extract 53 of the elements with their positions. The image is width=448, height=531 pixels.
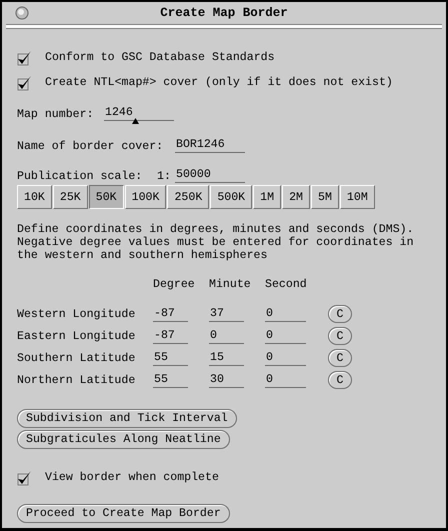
input-field[interactable]: 50000 xyxy=(175,167,245,183)
input-field[interactable]: 1246 xyxy=(104,105,174,121)
clear-button[interactable]: C xyxy=(328,327,352,345)
column-header: Second xyxy=(265,278,308,291)
clear-button[interactable]: C xyxy=(328,305,352,323)
scale-button[interactable]: 5M xyxy=(311,185,339,209)
column-header: Degree xyxy=(153,278,196,291)
row-label: Northern Latitude xyxy=(17,374,136,386)
input-field[interactable]: 0 xyxy=(265,328,306,344)
instructions-text: Define coordinates in degrees, minutes and seconds (DMS). Negative degree values must be entered for coordinates in the western and southern hemispheres xyxy=(17,223,415,262)
input-field[interactable]: 0 xyxy=(209,328,244,344)
scale-prefix: 1: xyxy=(157,170,172,183)
input-field[interactable]: 55 xyxy=(153,350,188,366)
window-menu-icon[interactable] xyxy=(15,6,29,20)
checkbox-label: Conform to GSC Database Standards xyxy=(45,51,275,64)
scale-button[interactable]: 10K xyxy=(17,185,52,209)
input-field[interactable]: BOR1246 xyxy=(175,137,245,153)
input-field[interactable]: 55 xyxy=(153,372,188,388)
field-label: Publication scale: xyxy=(17,170,144,183)
input-field[interactable]: 30 xyxy=(209,372,244,388)
scale-button[interactable]: 100K xyxy=(124,185,166,209)
input-field[interactable]: 37 xyxy=(209,306,244,322)
column-header: Minute xyxy=(209,278,252,291)
checkbox-label: View border when complete xyxy=(45,471,219,484)
row-label: Southern Latitude xyxy=(17,352,136,364)
clear-button[interactable]: C xyxy=(328,349,352,367)
scale-button[interactable]: 50K xyxy=(88,185,124,209)
scale-button[interactable]: 10M xyxy=(340,185,375,209)
input-field[interactable]: 0 xyxy=(265,350,306,366)
field-label: Name of border cover: xyxy=(17,140,164,153)
input-field[interactable]: -87 xyxy=(153,306,188,322)
scale-button[interactable]: 25K xyxy=(52,185,88,209)
checkbox[interactable] xyxy=(17,74,33,90)
input-field[interactable]: 0 xyxy=(265,372,306,388)
row-label: Western Longitude xyxy=(17,308,136,320)
checkbox-label: Create NTL<map#> cover (only if it does not exist) xyxy=(45,76,393,89)
scale-button[interactable]: 1M xyxy=(253,185,282,209)
field-label: Map number: xyxy=(17,108,95,121)
window-title: Create Map Border xyxy=(160,6,288,20)
proceed-button[interactable]: Proceed to Create Map Border xyxy=(17,504,230,523)
scale-button[interactable]: 500K xyxy=(210,185,252,209)
clear-button[interactable]: C xyxy=(328,371,352,389)
input-field[interactable]: 15 xyxy=(209,350,244,366)
checkbox[interactable] xyxy=(17,50,33,66)
scale-button[interactable]: 2M xyxy=(282,185,310,209)
action-button[interactable]: Subgraticules Along Neatline xyxy=(17,430,230,449)
scale-button[interactable]: 250K xyxy=(167,185,210,209)
text-cursor-icon xyxy=(132,118,139,124)
checkbox[interactable] xyxy=(17,470,33,486)
action-button[interactable]: Subdivision and Tick Interval xyxy=(17,409,237,428)
row-label: Eastern Longitude xyxy=(17,330,136,342)
input-field[interactable]: -87 xyxy=(153,328,188,344)
input-field[interactable]: 0 xyxy=(265,306,306,322)
